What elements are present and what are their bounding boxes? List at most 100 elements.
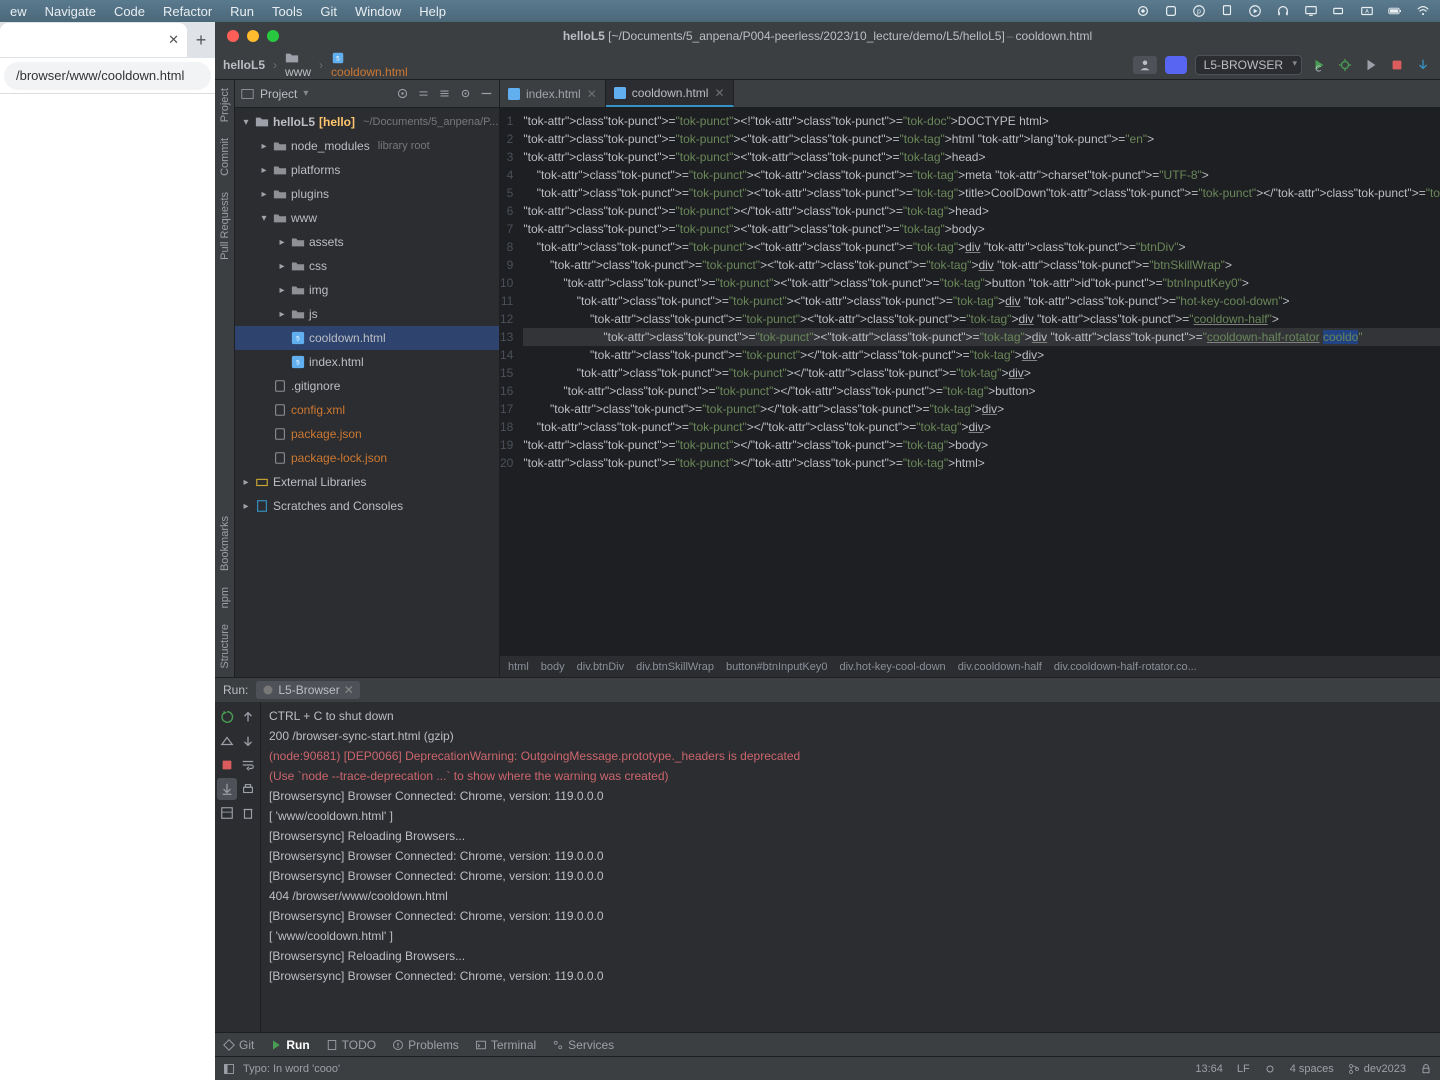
line-separator[interactable]: LF	[1237, 1063, 1250, 1075]
down-button[interactable]	[239, 730, 259, 752]
debug-button[interactable]	[1336, 56, 1354, 74]
editor-crumb[interactable]: div.hot-key-cool-down	[840, 661, 946, 673]
expand-all-icon[interactable]	[417, 87, 430, 100]
p-icon[interactable]: p	[1192, 4, 1206, 18]
headphones-icon[interactable]	[1276, 4, 1290, 18]
editor-tab[interactable]: index.html ✕	[500, 80, 606, 107]
todo-tab[interactable]: TODO	[326, 1038, 376, 1052]
window-close-button[interactable]	[227, 30, 239, 42]
editor-crumb[interactable]: div.cooldown-half-rotator.co...	[1054, 661, 1197, 673]
console-output[interactable]: CTRL + C to shut down 200 /browser-sync-…	[261, 702, 1440, 1032]
breadcrumb-item[interactable]: www	[285, 51, 311, 79]
inspection-indicator-icon[interactable]	[1264, 1063, 1276, 1075]
menu-item[interactable]: Git	[320, 4, 337, 19]
tree-item[interactable]: package.json	[235, 422, 499, 446]
lock-icon[interactable]	[1420, 1063, 1432, 1075]
battery-icon[interactable]	[1388, 4, 1402, 18]
menu-item[interactable]: Refactor	[163, 4, 212, 19]
tree-item[interactable]: ▸ plugins	[235, 182, 499, 206]
window-maximize-button[interactable]	[267, 30, 279, 42]
editor-crumb[interactable]: html	[508, 661, 529, 673]
chevron-down-icon[interactable]: ▾	[303, 88, 308, 99]
tree-root[interactable]: ▾ helloL5 [hello] ~/Documents/5_anpena/P…	[235, 110, 499, 134]
soft-wrap-button[interactable]	[239, 754, 259, 776]
menu-item[interactable]: Run	[230, 4, 254, 19]
breadcrumb-item[interactable]: helloL5	[223, 58, 265, 72]
breadcrumb-item[interactable]: 5 cooldown.html	[331, 51, 408, 79]
chrome-tab[interactable]: ✕	[0, 23, 187, 57]
menu-item[interactable]: Code	[114, 4, 145, 19]
tree-item[interactable]: ▸ node_modules library root	[235, 134, 499, 158]
project-toolwindow-tab[interactable]: Project	[219, 80, 231, 130]
tree-item[interactable]: ▸ img	[235, 278, 499, 302]
collapse-all-icon[interactable]	[438, 87, 451, 100]
commit-toolwindow-tab[interactable]: Commit	[219, 130, 231, 184]
git-update-button[interactable]	[1414, 56, 1432, 74]
indent-info[interactable]: 4 spaces	[1290, 1063, 1334, 1075]
tree-item[interactable]: .gitignore	[235, 374, 499, 398]
layout-button[interactable]	[217, 802, 237, 824]
run-tab[interactable]: L5-Browser ✕	[256, 681, 359, 699]
select-opened-file-icon[interactable]	[396, 87, 409, 100]
editor-crumb[interactable]: body	[541, 661, 565, 673]
battery-icon2[interactable]	[1332, 4, 1346, 18]
code-content[interactable]: "tok-attr">class"tok-punct">="tok-punct"…	[523, 108, 1440, 655]
tree-item[interactable]: ▸ Scratches and Consoles	[235, 494, 499, 518]
discord-icon[interactable]	[1165, 56, 1187, 74]
npm-toolwindow-tab[interactable]: npm	[219, 579, 231, 616]
scroll-to-end-button[interactable]	[217, 778, 237, 800]
menu-item[interactable]: Navigate	[45, 4, 96, 19]
problems-tab[interactable]: Problems	[392, 1038, 459, 1052]
git-branch[interactable]: dev2023	[1348, 1063, 1406, 1075]
services-tab[interactable]: Services	[552, 1038, 614, 1052]
print-button[interactable]	[239, 778, 259, 800]
tree-item[interactable]: 5 cooldown.html	[235, 326, 499, 350]
editor-crumb[interactable]: div.cooldown-half	[958, 661, 1042, 673]
tree-item[interactable]: ▸ css	[235, 254, 499, 278]
editor-breadcrumbs[interactable]: html body div.btnDiv div.btnSkillWrap button…	[500, 655, 1440, 677]
bookmarks-toolwindow-tab[interactable]: Bookmarks	[219, 508, 231, 579]
close-icon[interactable]: ✕	[587, 87, 597, 101]
record-icon[interactable]	[1136, 4, 1150, 18]
toolwindow-layout-icon[interactable]	[223, 1063, 235, 1075]
tree-item[interactable]: config.xml	[235, 398, 499, 422]
tree-item[interactable]: ▾ www	[235, 206, 499, 230]
run-button[interactable]	[1310, 56, 1328, 74]
rerun-button[interactable]	[217, 706, 237, 728]
hide-icon[interactable]	[480, 87, 493, 100]
menu-item[interactable]: Help	[419, 4, 446, 19]
structure-toolwindow-tab[interactable]: Structure	[219, 616, 231, 677]
run-configuration-select[interactable]: L5-BROWSER	[1195, 55, 1302, 75]
code-editor[interactable]: 1234567891011121314151617181920 "tok-att…	[500, 108, 1440, 655]
keyboard-icon[interactable]: A	[1360, 4, 1374, 18]
gear-icon[interactable]	[459, 87, 472, 100]
new-tab-button[interactable]: +	[187, 26, 215, 54]
wifi-icon[interactable]	[1416, 4, 1430, 18]
tree-item[interactable]: 5 index.html	[235, 350, 499, 374]
stop-button[interactable]	[1388, 56, 1406, 74]
close-icon[interactable]: ✕	[344, 683, 354, 697]
tree-item[interactable]: ▸ assets	[235, 230, 499, 254]
editor-crumb[interactable]: div.btnDiv	[577, 661, 624, 673]
toolbox-icon[interactable]	[1164, 4, 1178, 18]
editor-tab-active[interactable]: cooldown.html ✕	[606, 80, 734, 107]
up-button[interactable]	[239, 706, 259, 728]
editor-crumb[interactable]: button#btnInputKey0	[726, 661, 828, 673]
menu-item[interactable]: ew	[10, 4, 27, 19]
line-gutter[interactable]: 1234567891011121314151617181920	[500, 108, 523, 655]
git-tab[interactable]: Git	[223, 1038, 254, 1052]
account-button[interactable]	[1133, 56, 1157, 74]
attach-debug-button[interactable]	[217, 730, 237, 752]
run-tab[interactable]: Run	[270, 1038, 309, 1052]
editor-crumb[interactable]: div.btnSkillWrap	[636, 661, 714, 673]
display-icon[interactable]	[1304, 4, 1318, 18]
clear-button[interactable]	[239, 802, 259, 824]
menu-item[interactable]: Tools	[272, 4, 302, 19]
tree-item[interactable]: ▸ js	[235, 302, 499, 326]
tree-item[interactable]: ▸ platforms	[235, 158, 499, 182]
window-minimize-button[interactable]	[247, 30, 259, 42]
pullrequests-toolwindow-tab[interactable]: Pull Requests	[219, 184, 231, 268]
tooltip-icon[interactable]	[1220, 4, 1234, 18]
tree-item[interactable]: ▸ External Libraries	[235, 470, 499, 494]
menu-item[interactable]: Window	[355, 4, 401, 19]
